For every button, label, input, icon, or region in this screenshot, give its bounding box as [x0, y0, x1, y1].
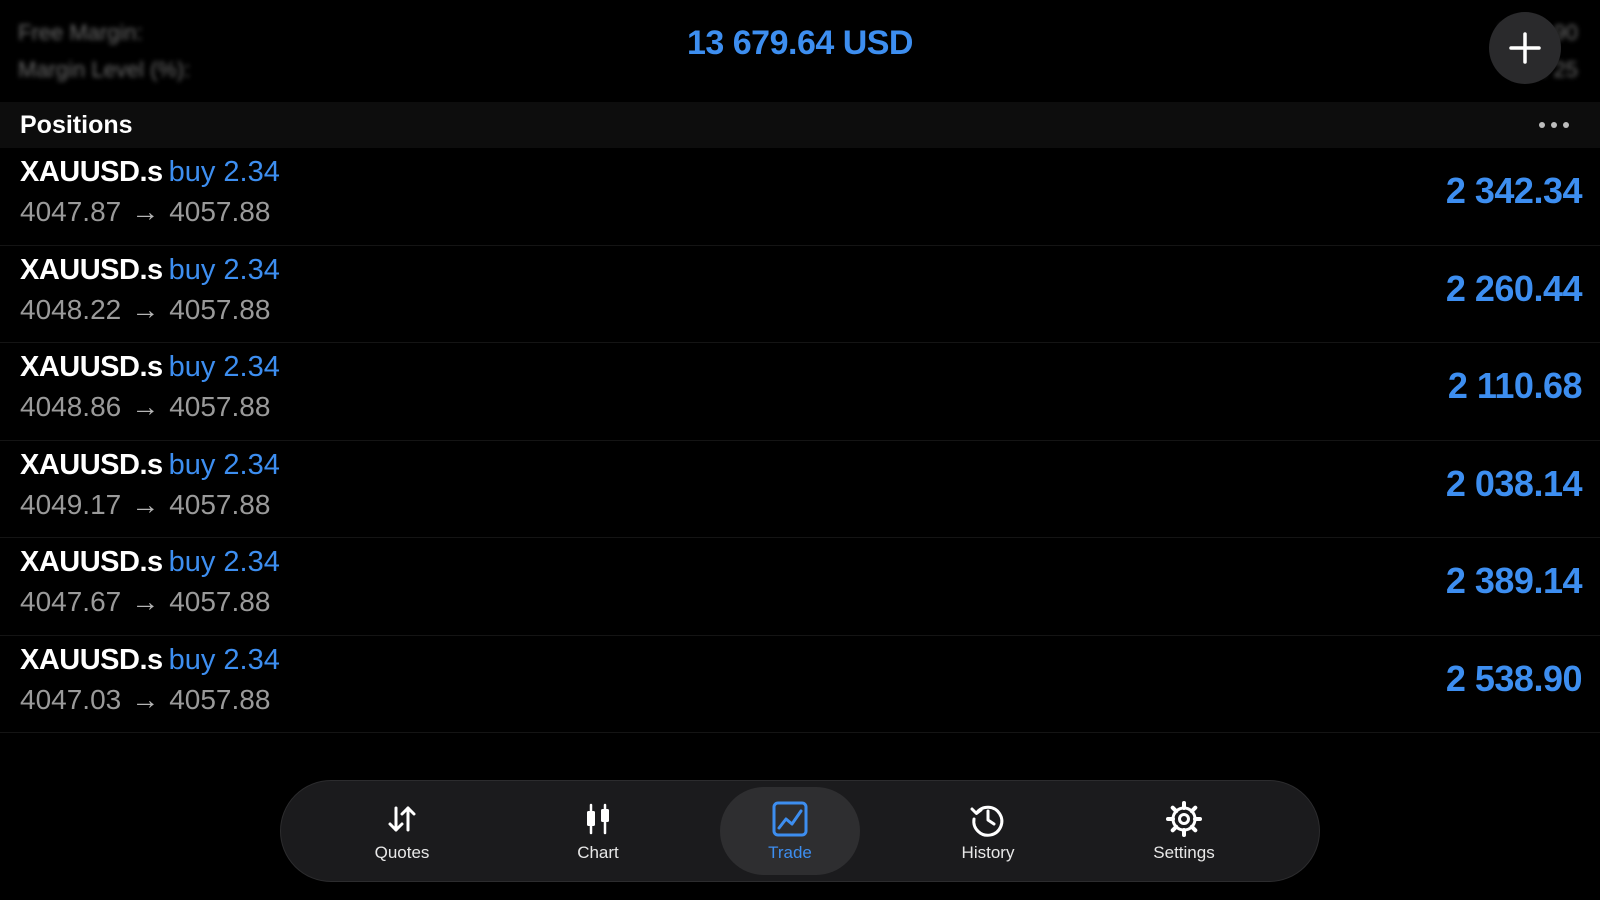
right-arrow-icon: →	[131, 196, 160, 227]
position-lots: 2.34	[223, 253, 280, 286]
trade-screen: Free Margin: Margin Level (%): 5486.90 4…	[0, 0, 1600, 900]
position-title: XAUUSD.s buy 2.34	[20, 351, 280, 384]
more-dot	[1551, 122, 1557, 128]
tab-label-quotes: Quotes	[374, 843, 430, 862]
open-price: 4047.87	[20, 196, 122, 227]
position-lots: 2.34	[223, 546, 280, 578]
position-lots: 2.34	[223, 448, 280, 481]
more-dot	[1563, 122, 1569, 128]
more-options-button[interactable]	[1534, 110, 1574, 140]
position-side: buy	[168, 156, 216, 188]
position-side: buy	[168, 643, 216, 676]
position-title: XAUUSD.s buy 2.34	[20, 449, 280, 482]
current-price: 4057.88	[169, 488, 271, 520]
open-price: 4047.67	[20, 586, 122, 617]
open-price: 4048.22	[20, 293, 122, 325]
position-title: XAUUSD.s buy 2.34	[20, 644, 280, 677]
position-row[interactable]: XAUUSD.s buy 2.34 4047.03 → 4057.88 2 538.90	[0, 636, 1600, 733]
position-profit: 2 110.68	[1447, 365, 1583, 406]
position-prices: 4049.17 → 4057.88	[20, 489, 270, 521]
right-arrow-icon: →	[131, 391, 160, 422]
position-prices: 4047.03 → 4057.88	[20, 684, 270, 716]
current-price: 4057.88	[169, 683, 271, 715]
quotes-arrows-icon	[388, 806, 416, 832]
position-prices: 4047.87 → 4057.88	[20, 196, 270, 228]
tab-label-settings: Settings	[1153, 843, 1215, 862]
position-profit: 2 038.14	[1445, 462, 1583, 504]
current-price: 4057.88	[169, 196, 271, 227]
trade-line-chart-icon	[772, 801, 808, 837]
position-lots: 2.34	[223, 643, 280, 676]
open-price: 4049.17	[20, 488, 122, 520]
right-arrow-icon: →	[131, 683, 160, 715]
position-prices: 4048.86 → 4057.88	[20, 391, 270, 423]
position-title: XAUUSD.s buy 2.34	[20, 156, 280, 189]
position-row[interactable]: XAUUSD.s buy 2.34 4048.22 → 4057.88 2 260.44	[0, 246, 1600, 343]
position-row[interactable]: XAUUSD.s buy 2.34 4047.87 → 4057.88 2 342.34	[0, 148, 1600, 246]
account-summary-header: Free Margin: Margin Level (%): 5486.90 4…	[0, 0, 1600, 100]
new-order-button[interactable]	[1489, 12, 1561, 84]
position-profit: 2 389.14	[1445, 560, 1583, 601]
position-title: XAUUSD.s buy 2.34	[20, 254, 280, 287]
position-side: buy	[168, 546, 216, 578]
position-prices: 4047.67 → 4057.88	[20, 586, 270, 618]
right-arrow-icon: →	[131, 586, 160, 617]
position-symbol: XAUUSD.s	[20, 253, 163, 286]
tab-chart[interactable]: Chart	[528, 787, 668, 875]
positions-title: Positions	[20, 111, 133, 139]
positions-list: XAUUSD.s buy 2.34 4047.87 → 4057.88 2 342.34…	[0, 148, 1600, 733]
more-horizontal-icon	[1539, 122, 1545, 128]
position-row[interactable]: XAUUSD.s buy 2.34 4047.67 → 4057.88 2 389.14	[0, 538, 1600, 636]
position-lots: 2.34	[223, 156, 280, 188]
tab-label-trade: Trade	[768, 843, 812, 862]
tab-history[interactable]: History	[918, 787, 1058, 875]
history-clock-icon	[970, 805, 1004, 837]
position-side: buy	[168, 448, 216, 481]
current-price: 4057.88	[169, 586, 271, 617]
position-title: XAUUSD.s buy 2.34	[20, 546, 280, 579]
position-lots: 2.34	[223, 351, 280, 383]
right-arrow-icon: →	[131, 488, 160, 520]
tab-quotes[interactable]: Quotes	[332, 787, 472, 875]
position-prices: 4048.22 → 4057.88	[20, 294, 270, 326]
gear-icon	[1166, 801, 1202, 837]
open-price: 4047.03	[20, 683, 122, 715]
current-price: 4057.88	[169, 391, 271, 422]
position-row[interactable]: XAUUSD.s buy 2.34 4048.86 → 4057.88 2 110.68	[0, 343, 1600, 441]
tab-label-chart: Chart	[577, 843, 619, 862]
position-profit: 2 538.90	[1445, 657, 1583, 699]
positions-section-header: Positions	[0, 102, 1600, 148]
position-symbol: XAUUSD.s	[20, 156, 163, 188]
position-symbol: XAUUSD.s	[20, 643, 163, 676]
tab-settings[interactable]: Settings	[1114, 787, 1254, 875]
bottom-tab-bar: Quotes Chart Trade History Settings	[280, 780, 1320, 882]
position-symbol: XAUUSD.s	[20, 546, 163, 578]
total-profit: 13 679.64 USD	[687, 24, 914, 62]
current-price: 4057.88	[169, 293, 271, 325]
open-price: 4048.86	[20, 391, 122, 422]
position-row[interactable]: XAUUSD.s buy 2.34 4049.17 → 4057.88 2 038.14	[0, 441, 1600, 538]
plus-icon	[1509, 32, 1541, 64]
position-profit: 2 260.44	[1445, 267, 1583, 309]
position-symbol: XAUUSD.s	[20, 448, 163, 481]
position-side: buy	[168, 351, 216, 383]
right-arrow-icon: →	[131, 293, 160, 325]
tab-label-history: History	[961, 843, 1015, 862]
candlestick-chart-icon	[587, 803, 609, 835]
position-side: buy	[168, 253, 216, 286]
position-symbol: XAUUSD.s	[20, 351, 163, 383]
position-profit: 2 342.34	[1445, 170, 1583, 211]
tab-trade[interactable]: Trade	[720, 787, 860, 875]
